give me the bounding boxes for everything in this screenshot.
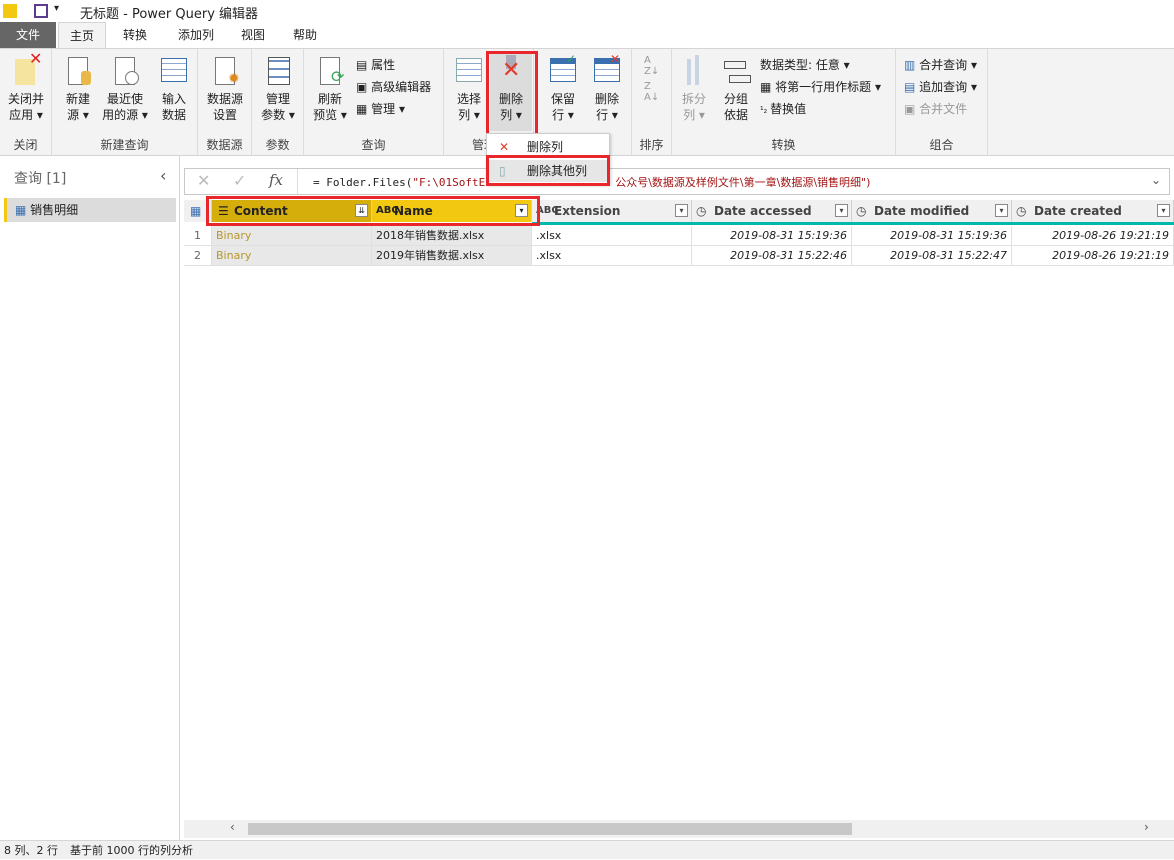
sort-descending-icon[interactable]: Z A↓ [644,81,660,103]
manage-icon: ▦ [356,102,372,116]
table-icon: ▦ [760,80,776,94]
refresh-icon: ⟳ [315,55,345,87]
enter-data-button[interactable]: 输入 数据 [154,55,194,123]
tab-view[interactable]: 视图 [230,22,276,48]
table-row: 1 Binary 2018年销售数据.xlsx .xlsx 2019-08-31… [184,226,1174,246]
title-bar: ▾ 无标题 - Power Query 编辑器 [0,0,1174,22]
tab-add-column[interactable]: 添加列 [166,22,226,48]
column-header-date-accessed[interactable]: ◷ Date accessed ▾ [692,200,852,222]
group-by-button[interactable]: 分组 依据 [716,55,756,123]
group-close: ✕ 关闭并 应用 ▾ 关闭 [0,49,52,155]
datetime-type-icon: ◷ [856,204,867,218]
query-item-sales-detail[interactable]: ▦ 销售明细 [4,198,176,222]
group-sort: A Z↓ Z A↓ 排序 [632,49,672,155]
tab-home[interactable]: 主页 [58,22,106,49]
new-source-button[interactable]: 新建源 ▾ [60,55,96,123]
remove-rows-button[interactable]: ✕ 删除行 ▾ [586,52,628,123]
queries-pane: 查询 [1] ‹ ▦ 销售明细 [0,156,180,840]
cancel-formula-icon[interactable]: ✕ [197,171,210,190]
group-params: 管理 参数 ▾ 参数 [252,49,304,155]
highlight-remove-columns [486,51,538,137]
append-queries-button[interactable]: ▤ 追加查询 ▾ [904,77,977,97]
binary-link[interactable]: Binary [212,246,372,266]
filter-dropdown-icon[interactable]: ▾ [1157,204,1170,217]
quick-access-dropdown[interactable]: ▾ [54,3,59,14]
collapse-pane-button[interactable]: ‹ [160,166,166,185]
sort-ascending-icon[interactable]: A Z↓ [644,55,660,77]
save-icon[interactable] [34,4,48,18]
advanced-editor-icon: ▣ [356,80,372,94]
tab-help[interactable]: 帮助 [282,22,328,48]
replace-values-button[interactable]: ¹₂ 替换值 [760,99,806,119]
group-query: ⟳ 刷新 预览 ▾ ▤ 属性 ▣ 高级编辑器 ▦ 管理 ▾ 查询 [304,49,444,155]
choose-columns-icon [454,55,484,87]
table-icon: ▦ [15,203,31,217]
tab-file[interactable]: 文件 [0,22,56,48]
split-column-icon [679,55,709,87]
properties-button[interactable]: ▤ 属性 [356,55,395,75]
group-combine: ▥ 合并查询 ▾ ▤ 追加查询 ▾ ▣ 合并文件 组合 [896,49,988,155]
status-bar: 8 列、2 行 基于前 1000 行的列分析 [0,840,1174,859]
powerbi-logo-icon [3,4,17,18]
scroll-left-button[interactable]: ‹ [230,820,235,834]
formula-bar: ✕ ✓ fx = Folder.Files("F:\01SoftE 公众号\数据源… [184,168,1170,195]
fx-icon[interactable]: fx [269,171,283,189]
merge-queries-button[interactable]: ▥ 合并查询 ▾ [904,55,977,75]
highlight-remove-other-columns [486,155,610,186]
column-header-extension[interactable]: ABC Extension ▾ [532,200,692,222]
datasource-settings-button[interactable]: ✹ 数据源 设置 [202,55,248,123]
parameters-icon [263,55,293,87]
scroll-right-button[interactable]: › [1144,820,1149,834]
group-by-icon [721,55,751,87]
highlight-content-name-columns [206,196,540,226]
data-type-dropdown[interactable]: 数据类型: 任意 ▾ [760,55,850,75]
recent-sources-button[interactable]: 最近使 用的源 ▾ [100,55,150,123]
keep-rows-icon: ✓ [548,52,578,87]
datasource-gear-icon: ✹ [210,55,240,87]
group-new-query: 新建源 ▾ 最近使 用的源 ▾ 输入 数据 新建查询 [52,49,198,155]
remove-rows-icon: ✕ [592,52,622,87]
append-queries-icon: ▤ [904,80,920,94]
column-header-date-created[interactable]: ◷ Date created ▾ [1012,200,1174,222]
combine-files-button[interactable]: ▣ 合并文件 [904,99,967,119]
advanced-editor-button[interactable]: ▣ 高级编辑器 [356,77,431,97]
filter-dropdown-icon[interactable]: ▾ [995,204,1008,217]
group-transform: 拆分列 ▾ 分组 依据 数据类型: 任意 ▾ ▦ 将第一行用作标题 ▾ ¹₂ 替换… [672,49,896,155]
expand-formula-icon[interactable]: ⌄ [1151,173,1161,187]
datetime-type-icon: ◷ [696,204,707,218]
column-quality-bar [532,222,1174,225]
merge-queries-icon: ▥ [904,58,920,72]
refresh-preview-button[interactable]: ⟳ 刷新 预览 ▾ [308,55,352,123]
close-apply-icon: ✕ [11,51,42,87]
table-icon [159,55,189,87]
replace-values-icon: ¹₂ [760,106,771,116]
scrollbar-thumb[interactable] [248,823,852,835]
table-row: 2 Binary 2019年销售数据.xlsx .xlsx 2019-08-31… [184,246,1174,266]
column-header-date-modified[interactable]: ◷ Date modified ▾ [852,200,1012,222]
datetime-type-icon: ◷ [1016,204,1027,218]
use-first-row-headers-button[interactable]: ▦ 将第一行用作标题 ▾ [760,77,881,97]
close-apply-button[interactable]: ✕ 关闭并 应用 ▾ [2,51,50,123]
filter-dropdown-icon[interactable]: ▾ [675,204,688,217]
split-column-button[interactable]: 拆分列 ▾ [676,55,712,123]
filter-dropdown-icon[interactable]: ▾ [835,204,848,217]
combine-files-icon: ▣ [904,102,920,116]
properties-icon: ▤ [356,58,372,72]
tab-transform[interactable]: 转换 [110,22,160,48]
ribbon-tabs: 文件 主页 转换 添加列 视图 帮助 [0,22,1174,49]
keep-rows-button[interactable]: ✓ 保留行 ▾ [542,52,584,123]
group-datasource: ✹ 数据源 设置 数据源 [198,49,252,155]
binary-link[interactable]: Binary [212,226,372,246]
manage-params-button[interactable]: 管理 参数 ▾ [256,55,300,123]
new-source-icon [63,55,93,87]
choose-columns-button[interactable]: 选择列 ▾ [448,55,490,123]
horizontal-scrollbar[interactable]: ‹ › [184,820,1174,838]
manage-button[interactable]: ▦ 管理 ▾ [356,99,405,119]
commit-formula-icon[interactable]: ✓ [233,171,246,190]
recent-sources-icon [110,55,140,87]
queries-header: 查询 [1] [14,171,67,187]
window-title: 无标题 - Power Query 编辑器 [80,7,259,22]
